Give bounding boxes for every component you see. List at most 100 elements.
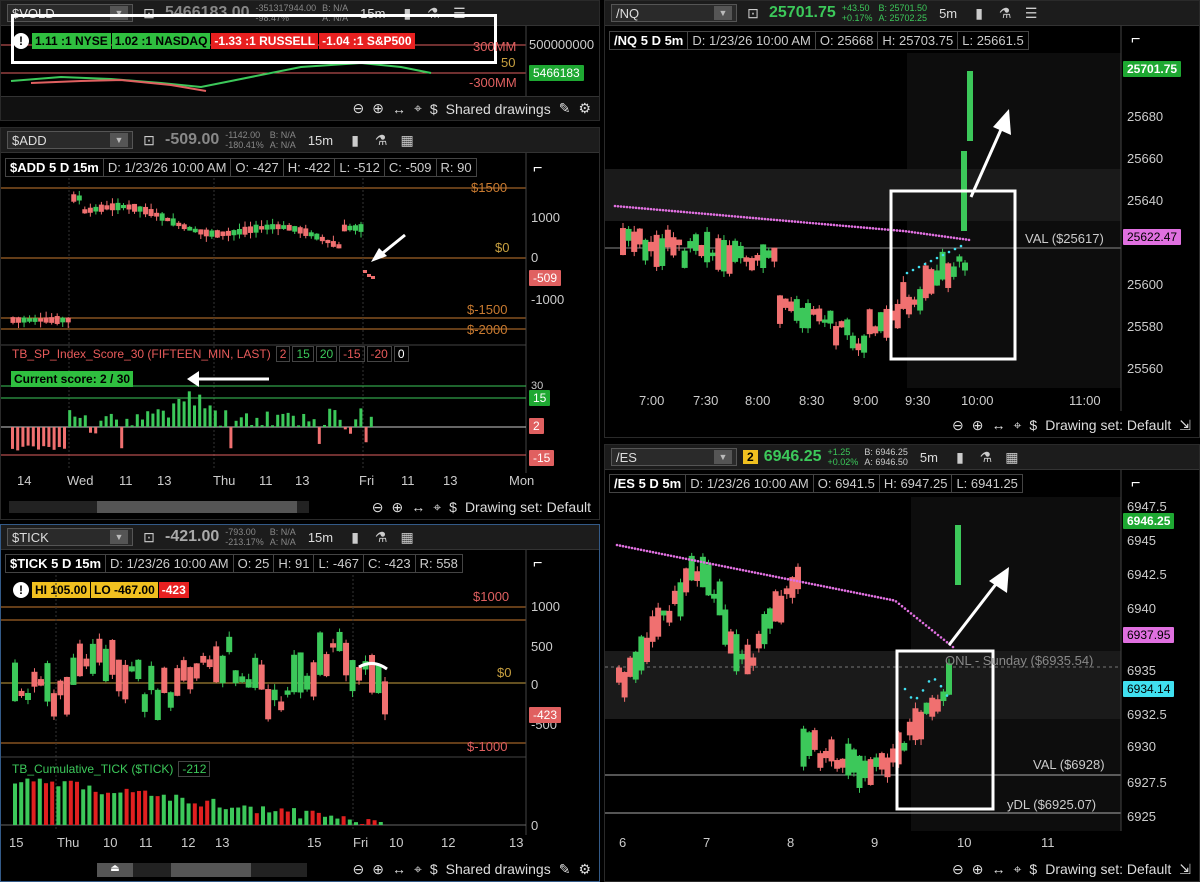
zoom-out-icon[interactable]: ⊖ — [352, 861, 364, 878]
candle-body — [805, 303, 812, 329]
candle-body — [37, 679, 44, 686]
drawing-set-label[interactable]: Drawing set: Default — [1045, 417, 1171, 433]
score-bar — [343, 427, 347, 430]
study-param: 20 — [315, 346, 338, 362]
candle-body — [60, 317, 66, 323]
cum-tick-bar — [93, 791, 98, 825]
drawings-label[interactable]: Shared drawings — [446, 861, 551, 877]
candle-body — [193, 663, 200, 679]
vwap-dot — [843, 589, 847, 592]
cyan-dot — [947, 250, 951, 254]
candle-body — [219, 655, 226, 684]
vwap-dot — [691, 211, 695, 215]
candle-body — [945, 263, 952, 288]
crosshair-icon[interactable]: ⌖ — [414, 861, 422, 878]
pan-icon[interactable]: ↔ — [392, 101, 406, 117]
dollar-icon[interactable]: $ — [1029, 861, 1037, 877]
cum-tick-bar — [87, 785, 92, 825]
candle-body — [643, 637, 650, 663]
x-axis-label: 13 — [295, 473, 310, 488]
zoom-out-icon[interactable]: ⊖ — [352, 100, 364, 117]
crosshair-icon[interactable]: ⌖ — [1014, 417, 1022, 434]
cum-tick-bar — [267, 812, 272, 825]
vwap-dot — [927, 626, 931, 630]
x-axis-label: 8:00 — [745, 393, 771, 408]
vwap-dot — [781, 219, 785, 222]
zoom-in-icon[interactable]: ⊕ — [972, 861, 984, 878]
vwap-dot — [900, 604, 904, 608]
dollar-icon[interactable]: $ — [1029, 417, 1037, 433]
zoom-out-icon[interactable]: ⊖ — [952, 861, 964, 878]
candle-body — [115, 202, 121, 211]
vwap-dot — [888, 598, 892, 601]
nq-footer: ⊖ ⊕ ↔ ⌖ $ Drawing set: Default ⇲ — [605, 413, 1199, 437]
vwap-dot — [783, 577, 787, 580]
candle-body — [709, 252, 716, 257]
expand-icon[interactable]: ⇲ — [1179, 417, 1191, 434]
candle-body — [681, 250, 688, 268]
candle-body — [209, 230, 215, 237]
candle-body — [187, 667, 194, 690]
zoom-in-icon[interactable]: ⊕ — [972, 417, 984, 434]
crosshair-icon[interactable]: ⌖ — [433, 499, 441, 516]
dollar-icon[interactable]: $ — [430, 101, 438, 117]
cum-tick-bar — [37, 778, 42, 825]
zoom-in-icon[interactable]: ⊕ — [372, 861, 384, 878]
study-tag-2: 2 — [529, 418, 544, 434]
crosshair-icon[interactable]: ⌖ — [1014, 861, 1022, 878]
dollar-icon[interactable]: $ — [449, 499, 457, 515]
pencil-icon[interactable]: ✎ — [559, 100, 571, 117]
settings-icon[interactable]: ⚙ — [578, 861, 591, 878]
highlight-box — [11, 14, 497, 64]
candle-body — [291, 654, 298, 693]
pencil-icon[interactable]: ✎ — [559, 861, 571, 878]
expand-icon[interactable]: ⇲ — [1179, 861, 1191, 878]
vwap-dot — [810, 582, 814, 586]
zoom-in-icon[interactable]: ⊕ — [372, 100, 384, 117]
axis-6925: 6925 — [1127, 809, 1156, 824]
candle-body — [856, 755, 863, 788]
dollar-icon[interactable]: $ — [430, 861, 438, 877]
last-price-tag: -423 — [529, 707, 562, 723]
vwap-dot — [882, 597, 886, 600]
candle-body — [867, 759, 874, 785]
candle-body — [96, 638, 103, 663]
score-bar — [130, 425, 134, 427]
score-bar — [208, 405, 212, 427]
settings-icon[interactable]: ⚙ — [578, 100, 591, 117]
study-param: 15 — [292, 346, 314, 362]
pan-icon[interactable]: ↔ — [992, 861, 1006, 877]
pan-icon[interactable]: ↔ — [992, 417, 1006, 433]
vwap-dot — [819, 584, 823, 588]
vwap-dot — [952, 236, 956, 240]
score-bar — [250, 424, 254, 427]
axis-1000: 1000 — [531, 599, 560, 614]
zoom-in-icon[interactable]: ⊕ — [392, 499, 404, 516]
vwap-dot — [856, 225, 860, 229]
cyan-dot — [933, 678, 937, 681]
vwap-dot — [928, 233, 932, 236]
candle-body — [872, 326, 879, 334]
pan-icon[interactable]: ↔ — [411, 499, 425, 515]
score-bar — [109, 413, 113, 427]
vwap-dot — [715, 213, 719, 217]
drawings-label[interactable]: Shared drawings — [446, 101, 551, 117]
candle-body — [845, 743, 852, 776]
score-bar — [52, 427, 56, 450]
cyan-dot — [941, 253, 945, 257]
vwap-dot — [964, 238, 968, 241]
candle-body — [203, 229, 209, 237]
crosshair-icon[interactable]: ⌖ — [414, 100, 422, 117]
cum-tick-bar — [242, 805, 247, 825]
candle-body — [148, 209, 154, 217]
drawing-set-label[interactable]: Drawing set: Default — [465, 499, 591, 515]
vwap-dot — [642, 549, 646, 552]
pan-icon[interactable]: ↔ — [392, 861, 406, 877]
candle-body — [767, 608, 774, 629]
zoom-out-icon[interactable]: ⊖ — [952, 417, 964, 434]
vwap-dot — [921, 621, 925, 625]
candle-body — [122, 664, 129, 700]
drawing-set-label[interactable]: Drawing set: Default — [1045, 861, 1171, 877]
vwap-dot — [870, 594, 874, 598]
zoom-out-icon[interactable]: ⊖ — [372, 499, 384, 516]
